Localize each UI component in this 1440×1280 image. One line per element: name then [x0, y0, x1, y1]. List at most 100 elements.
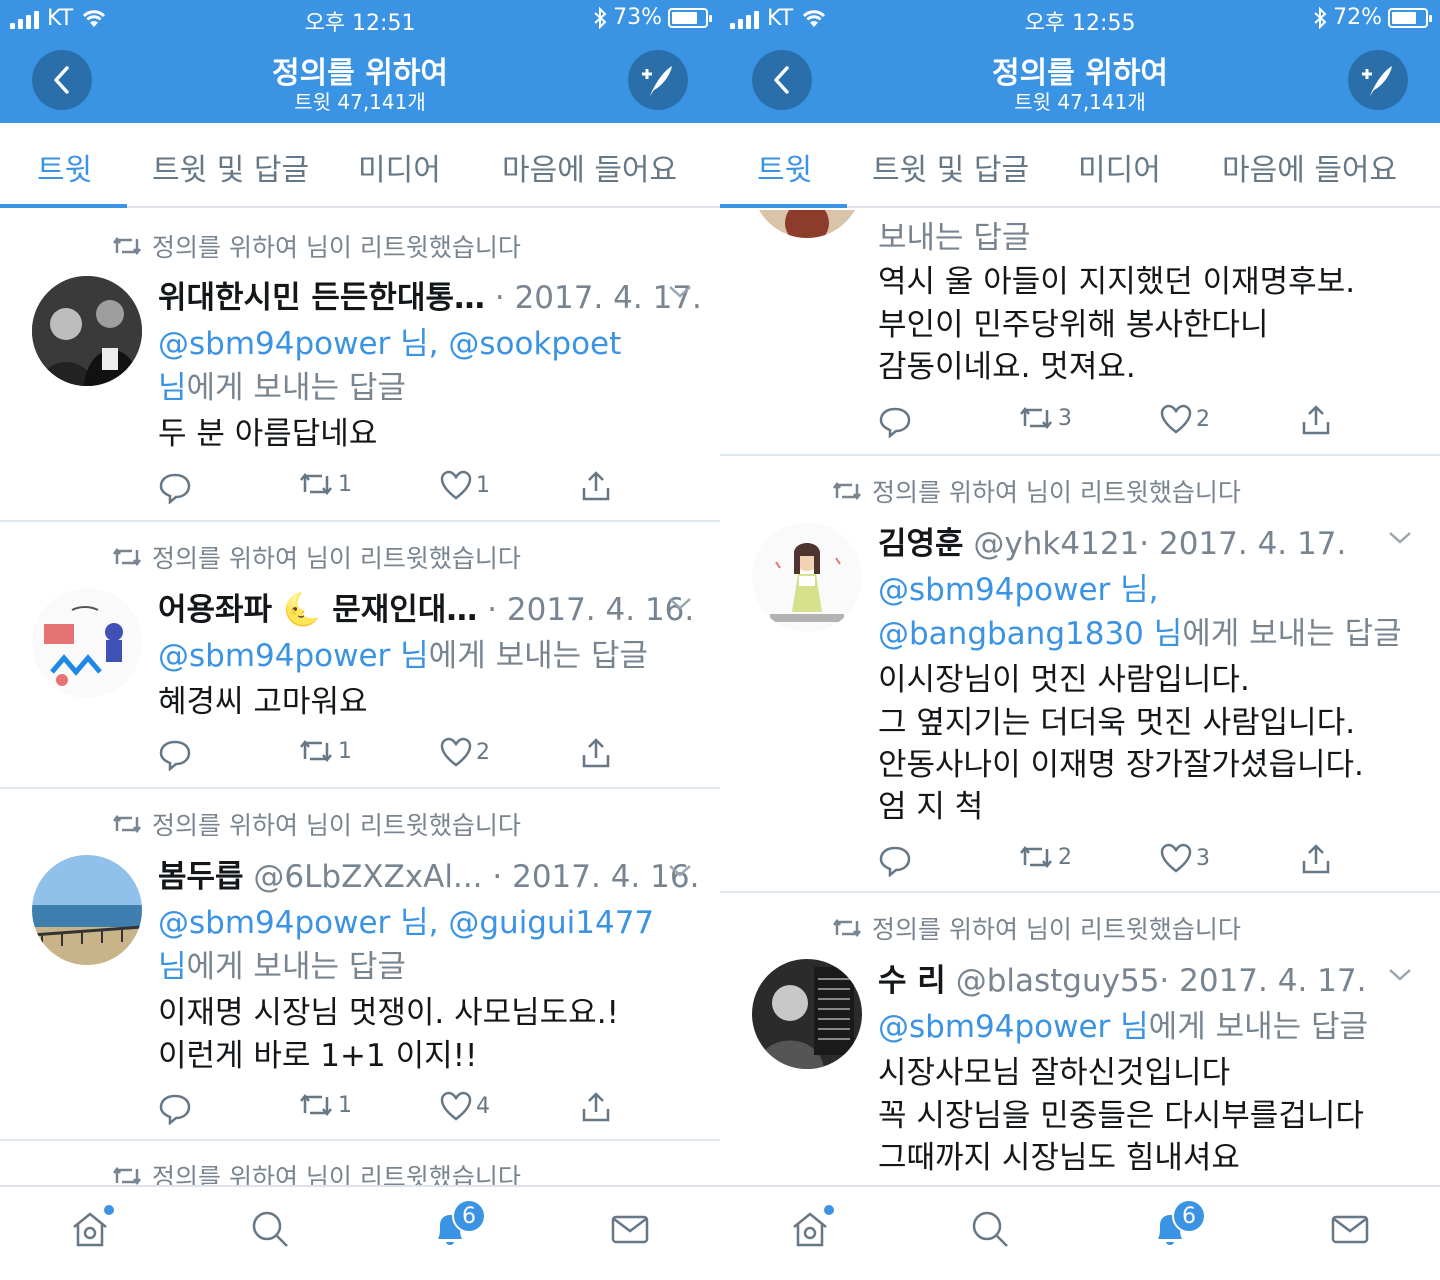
- reply-context: @sbm94power 님에게 보내는 답글: [878, 1001, 1368, 1046]
- avatar[interactable]: [752, 959, 862, 1069]
- avatar[interactable]: [32, 855, 142, 965]
- tweet-item[interactable]: 보내는 답글 역시 울 아들이 지지했던 이재명후보. 부인이 민주당위해 봉사…: [720, 210, 1440, 456]
- reply-button[interactable]: [878, 843, 912, 877]
- retweet-context-label: 정의를 위하여 님이 리트윗했습니다: [152, 544, 521, 573]
- reply-mention[interactable]: @sbm94power 님: [158, 638, 429, 674]
- like-button[interactable]: 4: [440, 1091, 490, 1121]
- display-name[interactable]: 어용좌파 🌜 문재인대…: [158, 592, 477, 628]
- compose-tweet-button[interactable]: [1348, 50, 1408, 110]
- share-button[interactable]: [1300, 843, 1332, 875]
- chevron-down-icon[interactable]: [1388, 967, 1412, 983]
- notifications-tab[interactable]: 6: [430, 1199, 486, 1253]
- tab-tweets[interactable]: 트윗: [757, 145, 812, 189]
- mail-icon: [611, 1215, 649, 1244]
- tab-tweets-and-replies[interactable]: 트윗 및 답글: [152, 145, 309, 189]
- display-name[interactable]: 봄두릅: [158, 859, 244, 895]
- bottom-tab-bar: 6: [0, 1185, 720, 1280]
- tweet-handle[interactable]: @yhk4121: [973, 526, 1139, 562]
- retweet-button[interactable]: 1: [298, 737, 352, 765]
- like-button[interactable]: 2: [440, 737, 490, 767]
- tweet-item[interactable]: 정의를 위하여 님이 리트윗했습니다 김영훈 @yhk4121· 2017. 4…: [720, 456, 1440, 893]
- reply-context[interactable]: @sbm94power 님, @sookpoet: [158, 318, 621, 363]
- share-button[interactable]: [580, 470, 612, 502]
- reply-button[interactable]: [158, 470, 192, 504]
- tweet-header: 수 리 @blastguy55· 2017. 4. 17.: [878, 955, 1366, 1000]
- search-tab[interactable]: [250, 1209, 290, 1253]
- search-tab[interactable]: [970, 1209, 1010, 1253]
- notifications-tab[interactable]: 6: [1150, 1199, 1206, 1253]
- like-count: 4: [476, 1093, 490, 1119]
- chevron-down-icon[interactable]: [668, 284, 692, 300]
- tweet-item[interactable]: 정의를 위하여 님이 리트윗했습니다 위대한시민 든든한대통… · 2017. …: [0, 210, 720, 522]
- reply-button[interactable]: [158, 737, 192, 771]
- display-name[interactable]: 수 리: [878, 963, 946, 999]
- tab-media[interactable]: 미디어: [1078, 145, 1161, 189]
- reply-context[interactable]: @sbm94power 님, @guigui1477: [158, 897, 654, 942]
- retweet-button[interactable]: 1: [298, 1091, 352, 1119]
- like-count: 1: [476, 472, 490, 498]
- tweet-header: 위대한시민 든든한대통… · 2017. 4. 17.: [158, 272, 702, 317]
- tweet-item[interactable]: 정의를 위하여 님이 리트윗했습니다 봄두릅 @6LbZXZxAl... · 2…: [0, 789, 720, 1141]
- tweet-item[interactable]: 정의를 위하여 님이 리트윗했습니다: [0, 1141, 720, 1185]
- share-icon: [582, 738, 610, 768]
- avatar[interactable]: [752, 522, 862, 632]
- avatar-cartoon-icon: [752, 522, 862, 632]
- reply-suffix: 에게 보내는 답글: [186, 949, 406, 985]
- share-button[interactable]: [580, 737, 612, 769]
- retweet-icon: [1020, 845, 1052, 869]
- like-button[interactable]: 2: [1160, 404, 1210, 434]
- retweet-button[interactable]: 3: [1018, 404, 1072, 432]
- tab-likes[interactable]: 마음에 들어요: [1222, 145, 1397, 189]
- reply-mention[interactable]: 님: [158, 370, 187, 406]
- reply-mention[interactable]: @sbm94power 님: [878, 1009, 1149, 1045]
- heart-icon: [440, 737, 472, 767]
- heart-icon: [1160, 843, 1192, 873]
- chevron-down-icon[interactable]: [668, 863, 692, 879]
- avatar-drawing-icon: [32, 588, 142, 698]
- display-name[interactable]: 위대한시민 든든한대통…: [158, 280, 485, 316]
- tweet-handle[interactable]: @blastguy55: [956, 963, 1160, 999]
- share-icon: [582, 471, 610, 501]
- tweet-text: 혜경씨 고마워요: [158, 684, 368, 720]
- tweet-feed[interactable]: 정의를 위하여 님이 리트윗했습니다 위대한시민 든든한대통… · 2017. …: [0, 210, 720, 1185]
- messages-tab[interactable]: [610, 1209, 650, 1253]
- tweet-header: 김영훈 @yhk4121· 2017. 4. 17.: [878, 518, 1346, 563]
- retweet-small-icon: [833, 918, 861, 938]
- tab-likes[interactable]: 마음에 들어요: [502, 145, 677, 189]
- reply-button[interactable]: [878, 404, 912, 438]
- messages-tab[interactable]: [1330, 1209, 1370, 1253]
- reply-button[interactable]: [158, 1091, 192, 1125]
- share-button[interactable]: [1300, 404, 1332, 436]
- chevron-down-icon[interactable]: [1388, 530, 1412, 546]
- like-count: 2: [476, 739, 490, 765]
- reply-mention[interactable]: @bangbang1830 님: [878, 616, 1182, 652]
- share-button[interactable]: [580, 1091, 612, 1123]
- tab-tweets[interactable]: 트윗: [37, 145, 92, 189]
- retweet-button[interactable]: 1: [298, 470, 352, 498]
- reply-context: 보내는 답글: [878, 220, 1031, 256]
- reply-mention[interactable]: 님: [158, 949, 187, 985]
- tab-media[interactable]: 미디어: [358, 145, 441, 189]
- display-name[interactable]: 김영훈: [878, 526, 964, 562]
- avatar[interactable]: [752, 210, 862, 238]
- chevron-down-icon[interactable]: [668, 596, 692, 612]
- retweet-count: 2: [1058, 844, 1072, 870]
- reply-context[interactable]: @sbm94power 님,: [878, 564, 1159, 609]
- tab-tweets-and-replies[interactable]: 트윗 및 답글: [872, 145, 1029, 189]
- avatar[interactable]: [32, 588, 142, 698]
- avatar[interactable]: [32, 276, 142, 386]
- home-tab[interactable]: [70, 1205, 114, 1253]
- compose-tweet-button[interactable]: [628, 50, 688, 110]
- like-button[interactable]: 1: [440, 470, 490, 500]
- heart-icon: [1160, 404, 1192, 434]
- active-tab-indicator: [0, 204, 127, 208]
- tweet-item[interactable]: 정의를 위하여 님이 리트윗했습니다 어용좌파 🌜 문재인대… · 2017. …: [0, 522, 720, 789]
- tweet-feed[interactable]: 보내는 답글 역시 울 아들이 지지했던 이재명후보. 부인이 민주당위해 봉사…: [720, 210, 1440, 1185]
- home-tab[interactable]: [790, 1205, 834, 1253]
- retweet-small-icon: [833, 481, 861, 501]
- battery-icon: [668, 7, 712, 28]
- retweet-button[interactable]: 2: [1018, 843, 1072, 871]
- tweet-item[interactable]: 정의를 위하여 님이 리트윗했습니다 수 리 @blastguy55· 2017…: [720, 893, 1440, 1185]
- like-button[interactable]: 3: [1160, 843, 1210, 873]
- tweet-handle[interactable]: @6LbZXZxAl...: [253, 859, 482, 895]
